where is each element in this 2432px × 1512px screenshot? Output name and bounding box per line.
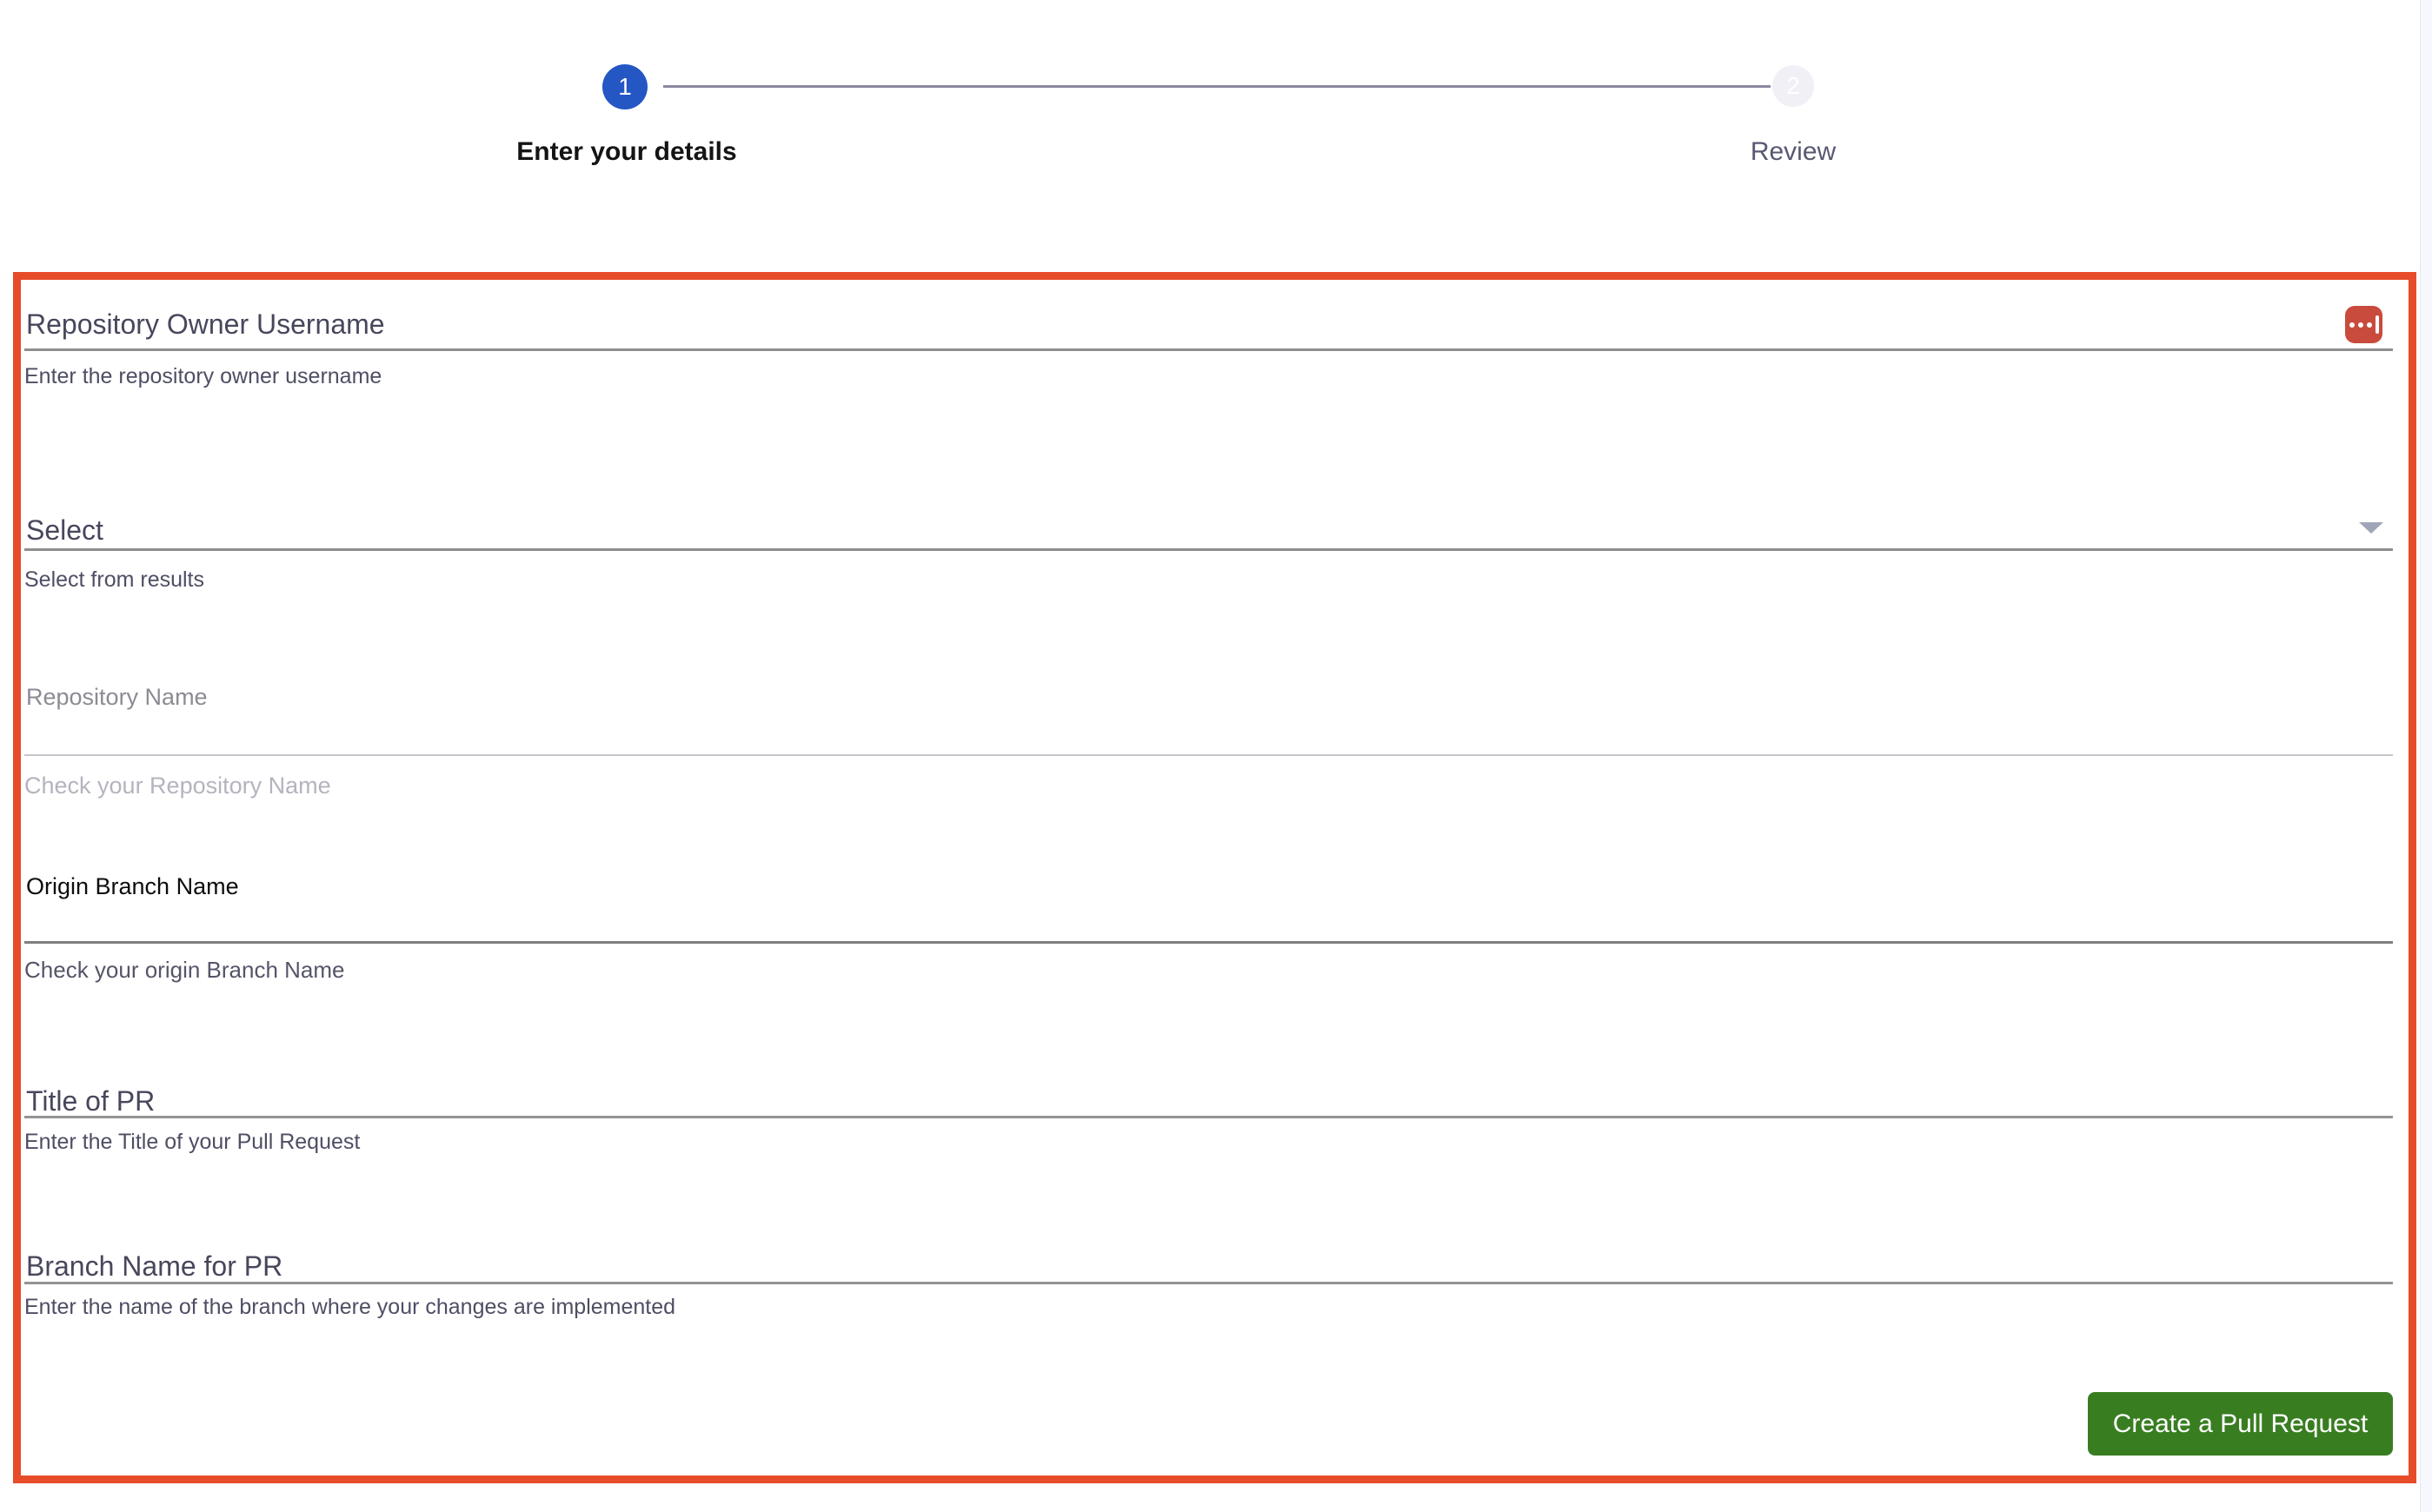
select-dropdown[interactable]: Select xyxy=(26,514,103,547)
origin-branch-name-helper: Check your origin Branch Name xyxy=(24,957,345,983)
stepper-step-2-circle[interactable]: 2 xyxy=(1772,65,1814,107)
pr-title-underline xyxy=(24,1116,2393,1118)
select-helper: Select from results xyxy=(24,567,205,592)
repository-name-input[interactable]: Repository Name xyxy=(26,684,208,711)
repository-name-helper: Check your Repository Name xyxy=(24,773,331,799)
stepper-step-1-circle[interactable]: 1 xyxy=(602,64,648,109)
chevron-down-icon[interactable] xyxy=(2359,522,2383,534)
password-manager-icon-bar xyxy=(2375,315,2379,334)
origin-branch-name-underline xyxy=(24,941,2393,944)
repository-owner-username-helper: Enter the repository owner username xyxy=(24,364,382,388)
password-manager-icon-dot xyxy=(2366,322,2372,328)
scrollbar-gutter[interactable] xyxy=(2420,0,2432,1512)
repository-owner-username-underline xyxy=(24,348,2393,351)
repository-owner-username-input[interactable]: Repository Owner Username xyxy=(26,308,385,341)
pr-title-input[interactable]: Title of PR xyxy=(26,1085,155,1117)
origin-branch-name-input[interactable]: Origin Branch Name xyxy=(26,873,239,900)
pr-branch-name-input[interactable]: Branch Name for PR xyxy=(26,1250,282,1283)
pr-branch-name-helper: Enter the name of the branch where your … xyxy=(24,1295,676,1319)
password-manager-icon-dot xyxy=(2357,322,2363,328)
select-underline xyxy=(24,548,2393,551)
stepper-step-1-label: Enter your details xyxy=(516,137,737,166)
password-manager-icon[interactable] xyxy=(2345,306,2382,343)
repository-name-underline xyxy=(24,754,2393,756)
stepper-step-2-number: 2 xyxy=(1786,72,1800,99)
create-pull-request-button[interactable]: Create a Pull Request xyxy=(2088,1392,2393,1456)
pr-branch-name-underline xyxy=(24,1282,2393,1284)
pr-title-helper: Enter the Title of your Pull Request xyxy=(24,1130,361,1154)
stepper-connector-line xyxy=(663,85,1771,88)
page: 1 2 Enter your details Review Repository… xyxy=(0,0,2432,1512)
stepper-step-2-label: Review xyxy=(1750,137,1837,166)
stepper-step-1-number: 1 xyxy=(618,73,632,100)
password-manager-icon-dot xyxy=(2349,322,2355,328)
